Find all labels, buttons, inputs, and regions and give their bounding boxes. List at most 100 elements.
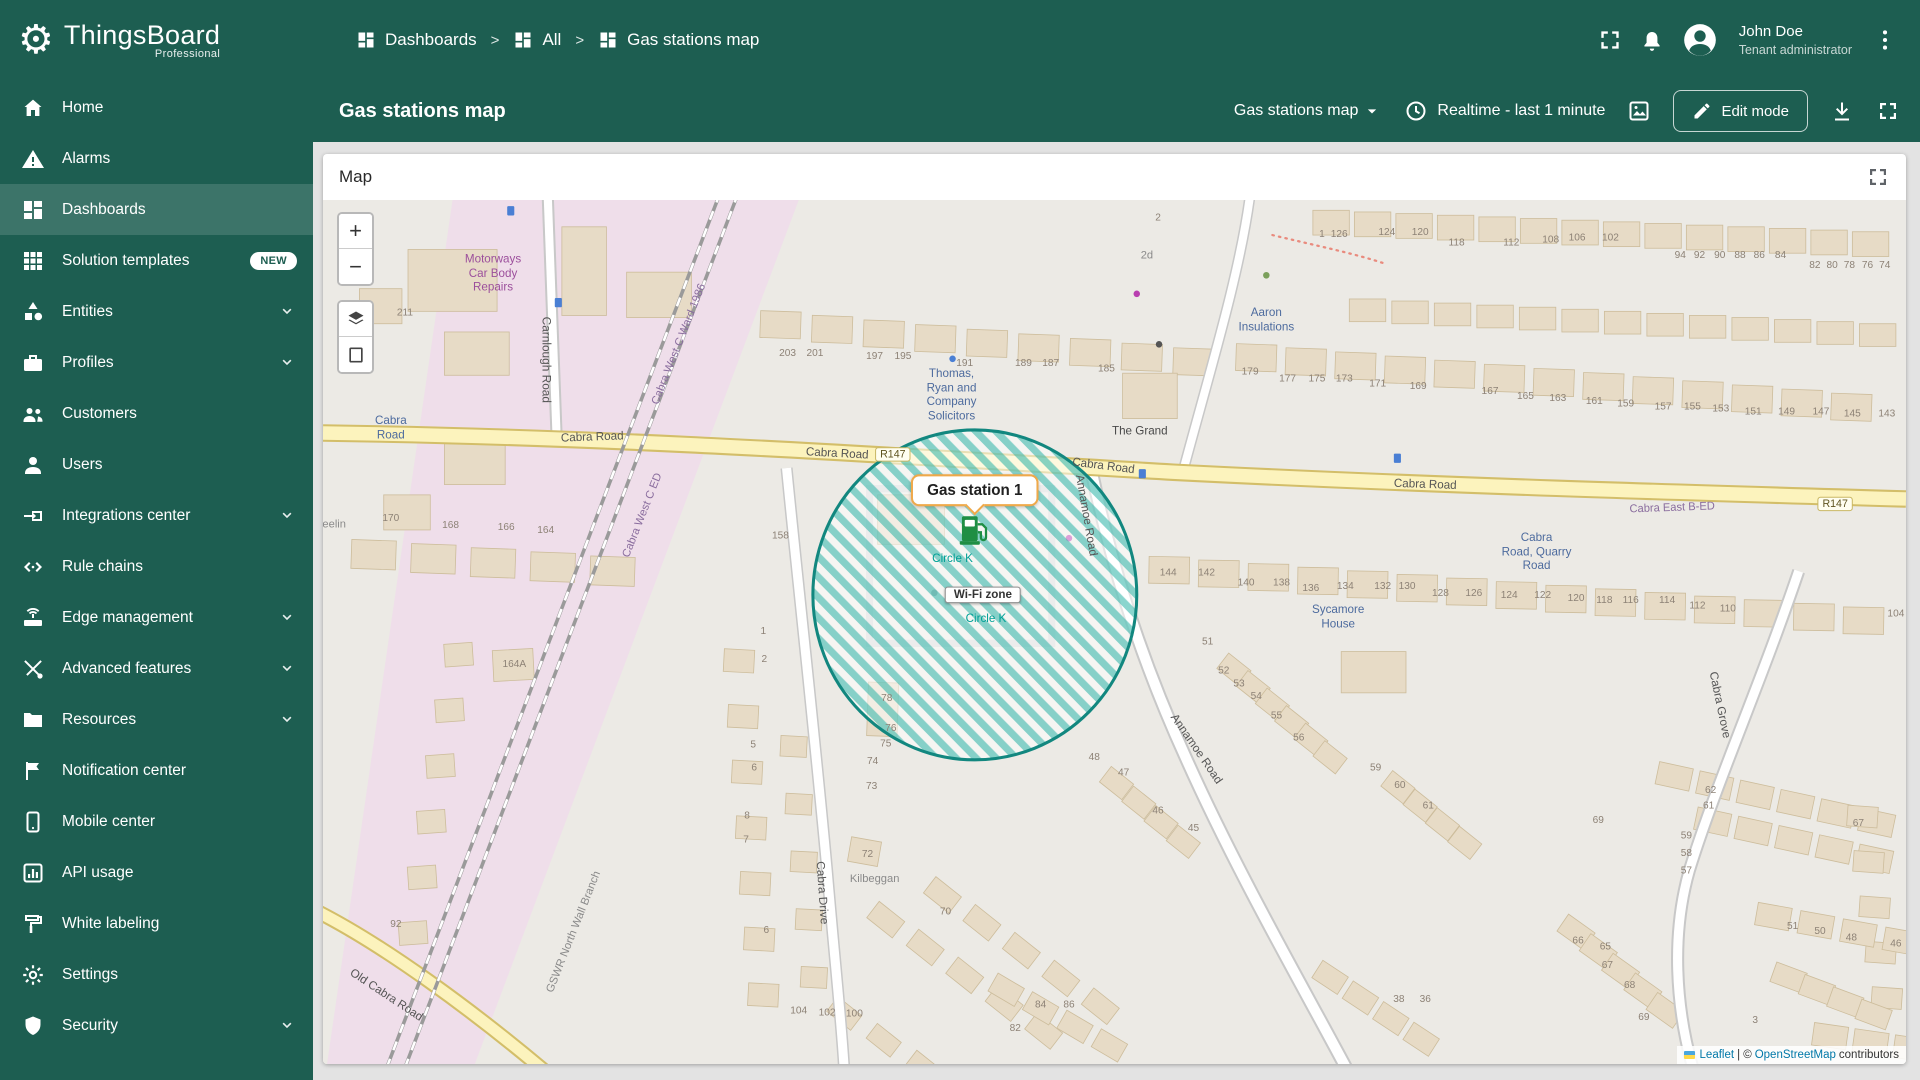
chevron-down-icon: [277, 1016, 297, 1036]
zone-label: Wi-Fi zone: [944, 586, 1022, 604]
clock-icon: [1404, 99, 1428, 123]
sidebar-item-dashboards[interactable]: Dashboards: [0, 184, 313, 235]
breadcrumb-item-gas-stations-map[interactable]: Gas stations map: [598, 30, 759, 50]
attribution-suffix: contributors: [1838, 1049, 1899, 1061]
warning-icon: [21, 147, 45, 171]
sidebar-item-label: Notification center: [62, 761, 187, 779]
sidebar-item-rule-chains[interactable]: Rule chains: [0, 541, 313, 592]
sidebar-item-integrations-center[interactable]: Integrations center: [0, 490, 313, 541]
sidebar-item-label: Edge management: [62, 608, 193, 626]
map-canvas[interactable]: Cabra Road Cabra Road Cabra Road Cabra Road…: [323, 200, 1906, 1064]
sidebar-item-users[interactable]: Users: [0, 439, 313, 490]
shield-icon: [21, 1014, 45, 1038]
sidebar-item-label: Profiles: [62, 353, 114, 371]
smartphone-icon: [21, 810, 45, 834]
download-icon[interactable]: [1830, 99, 1854, 123]
sidebar-item-alarms[interactable]: Alarms: [0, 133, 313, 184]
dashboards-icon: [21, 198, 45, 222]
kebab-menu-icon[interactable]: [1872, 27, 1898, 53]
fullscreen-icon[interactable]: [1876, 99, 1900, 123]
breadcrumb-separator: >: [575, 31, 585, 49]
sidebar-item-profiles[interactable]: Profiles: [0, 337, 313, 388]
breadcrumb-label: Dashboards: [385, 30, 477, 49]
sidebar-item-edge-management[interactable]: Edge management: [0, 592, 313, 643]
openstreetmap-link[interactable]: OpenStreetMap: [1755, 1049, 1836, 1061]
tools-icon: [21, 657, 45, 681]
sidebar-item-label: White labeling: [62, 914, 160, 932]
notifications-bell-icon[interactable]: [1639, 27, 1665, 53]
breadcrumb-label: All: [542, 30, 562, 49]
sidebar-item-settings[interactable]: Settings: [0, 949, 313, 1000]
router-icon: [21, 606, 45, 630]
user-role: Tenant administrator: [1738, 42, 1852, 57]
sidebar-item-label: Entities: [62, 302, 113, 320]
sidebar-item-notification-center[interactable]: Notification center: [0, 745, 313, 796]
sidebar-item-label: Solution templates: [62, 251, 190, 269]
sidebar-item-label: Home: [62, 98, 104, 116]
thingsboard-logo[interactable]: ⚙ ThingsBoard Professional: [18, 20, 310, 60]
sidebar-item-label: Mobile center: [62, 812, 156, 830]
sidebar-item-label: Integrations center: [62, 506, 191, 524]
flag-icon: [21, 759, 45, 783]
zoom-in-button[interactable]: +: [339, 214, 372, 249]
rule-chains-icon: [21, 555, 45, 579]
sidebar-item-security[interactable]: Security: [0, 1000, 313, 1051]
map-attribution: Leaflet | © OpenStreetMap contributors: [1676, 1046, 1906, 1064]
map-base-layer: [323, 200, 1906, 1064]
timewindow-label: Realtime - last 1 minute: [1437, 102, 1606, 119]
dashboards-icon: [513, 30, 533, 50]
widget-header: Map: [323, 154, 1906, 200]
sidebar-item-entities[interactable]: Entities: [0, 286, 313, 337]
zoom-out-button[interactable]: −: [339, 249, 372, 284]
gas-station-marker[interactable]: [958, 512, 992, 552]
caret-down-icon: [1362, 101, 1382, 121]
sidebar-item-label: Alarms: [62, 149, 111, 167]
sidebar-item-mobile-center[interactable]: Mobile center: [0, 796, 313, 847]
sidebar-item-api-usage[interactable]: API usage: [0, 847, 313, 898]
shape-select-button[interactable]: [339, 337, 372, 372]
person-icon: [21, 453, 45, 477]
folder-icon: [21, 708, 45, 732]
briefcase-icon: [21, 351, 45, 375]
top-header-bar: ⚙ ThingsBoard Professional Dashboards > …: [0, 0, 1920, 80]
dashboards-icon: [598, 30, 618, 50]
layers-button[interactable]: [339, 302, 372, 337]
breadcrumb-separator: >: [490, 31, 500, 49]
sidebar-item-label: Customers: [62, 404, 137, 422]
avatar[interactable]: [1681, 21, 1719, 59]
paint-icon: [21, 912, 45, 936]
sidebar-item-label: Settings: [62, 965, 119, 983]
breadcrumb-label: Gas stations map: [627, 30, 760, 49]
sidebar-item-label: Security: [62, 1016, 118, 1034]
dashboard-state-select[interactable]: Gas stations map: [1234, 101, 1383, 121]
zoom-control: + −: [337, 212, 374, 286]
grid-icon: [21, 249, 45, 273]
sidebar-item-label: Advanced features: [62, 659, 192, 677]
sidebar-item-resources[interactable]: Resources: [0, 694, 313, 745]
sidebar-item-advanced-features[interactable]: Advanced features: [0, 643, 313, 694]
edit-mode-button[interactable]: Edit mode: [1673, 90, 1808, 132]
logo-subtitle: Professional: [154, 48, 221, 60]
widget-fullscreen-icon[interactable]: [1866, 165, 1890, 189]
marker-tooltip-label: Gas station 1: [927, 481, 1023, 499]
breadcrumb-item-dashboards[interactable]: Dashboards: [356, 30, 477, 50]
thingsboard-app: ⚙ ThingsBoard Professional Dashboards > …: [0, 0, 1920, 1080]
sidebar-item-customers[interactable]: Customers: [0, 388, 313, 439]
breadcrumb-item-all[interactable]: All: [513, 30, 561, 50]
sidebar-item-solution-templates[interactable]: Solution templates NEW: [0, 235, 313, 286]
rectangle-icon: [346, 345, 366, 365]
timewindow-button[interactable]: Realtime - last 1 minute: [1404, 99, 1605, 123]
leaflet-link[interactable]: Leaflet: [1700, 1049, 1735, 1061]
sidebar-item-label: Users: [62, 455, 103, 473]
map-stage: Cabra Road Cabra Road Cabra Road Cabra Road…: [323, 200, 1906, 1064]
widget-title: Map: [339, 167, 373, 186]
sidebar-item-label: Dashboards: [62, 200, 146, 218]
entities-icon: [21, 300, 45, 324]
sidebar-item-home[interactable]: Home: [0, 82, 313, 133]
dashboards-icon: [356, 30, 376, 50]
chevron-down-icon: [277, 659, 297, 679]
sidebar: Home Alarms Dashboards Solution template…: [0, 80, 313, 1080]
fullscreen-icon[interactable]: [1597, 27, 1623, 53]
image-icon[interactable]: [1627, 99, 1651, 123]
sidebar-item-white-labeling[interactable]: White labeling: [0, 898, 313, 949]
